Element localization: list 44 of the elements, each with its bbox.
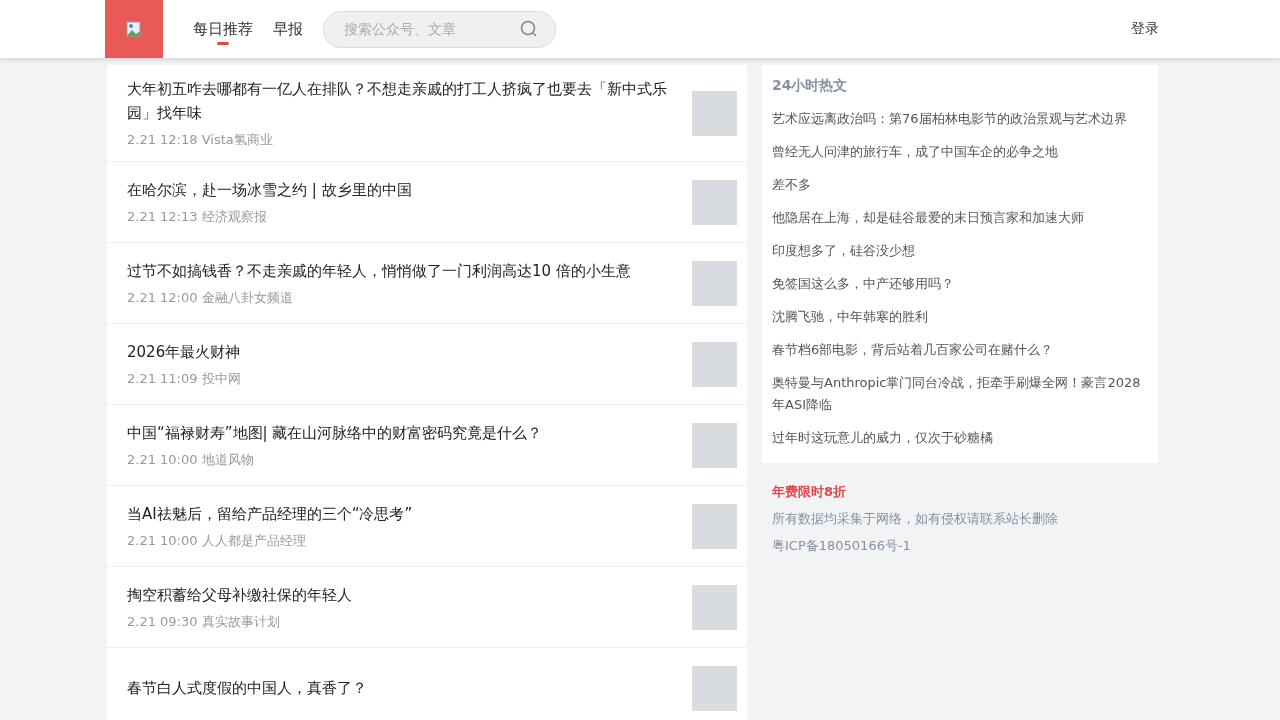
article-title[interactable]: 当AI祛魅后，留给产品经理的三个“冷思考” [127,502,667,526]
article-meta: 2.21 09:30 真实故事计划 [127,613,281,631]
article-title[interactable]: 2026年最火财神 [127,340,667,364]
article-title[interactable]: 中国“福禄财寿”地图| 藏在山河脉络中的财富密码究竟是什么？ [127,421,667,445]
hot-article-link[interactable]: 过年时这玩意儿的威力，仅次于砂糖橘 [772,422,1148,455]
broken-image-icon [126,21,142,37]
thumbnail-placeholder [692,179,737,225]
article-meta: 2.21 11:09 投中网 [127,370,242,388]
search-icon[interactable] [520,19,538,38]
article-title[interactable]: 春节白人式度假的中国人，真香了？ [127,676,667,700]
article-meta: 2.21 12:18 Vista氢商业 [127,131,274,149]
hot-article-link[interactable]: 差不多 [772,169,1148,202]
nav-tab[interactable]: 每日推荐 [193,13,253,45]
thumbnail-placeholder [692,422,737,468]
hot-article-link[interactable]: 他隐居在上海，却是硅谷最爱的末日预言家和加速大师 [772,202,1148,235]
article-title[interactable]: 大年初五咋去哪都有一亿人在排队？不想走亲戚的打工人挤疯了也要去「新中式乐园」找年味 [127,77,667,125]
hot-article-link[interactable]: 曾经无人问津的旅行车，成了中国车企的必争之地 [772,136,1148,169]
article-meta: 2.21 10:00 地道风物 [127,451,255,469]
article-meta: 2.21 12:13 经济观察报 [127,208,268,226]
disclaimer-text: 所有数据均采集于网络，如有侵权请联系站长删除 [772,510,1059,528]
thumbnail-placeholder [692,341,737,387]
hot-article-link[interactable]: 春节档6部电影，背后站着几百家公司在赌什么？ [772,334,1148,367]
thumbnail-placeholder [692,260,737,306]
article-title[interactable]: 在哈尔滨，赴一场冰雪之约 | 故乡里的中国 [127,178,667,202]
article-meta: 2.21 12:00 金融八卦女频道 [127,289,294,307]
article-title[interactable]: 掏空积蓄给父母补缴社保的年轻人 [127,583,667,607]
logo-block[interactable] [105,0,163,58]
thumbnail-placeholder [692,90,737,136]
hot-article-link[interactable]: 艺术应远离政治吗：第76届柏林电影节的政治景观与艺术边界 [772,103,1148,136]
login-link[interactable]: 登录 [1131,20,1159,38]
article-title[interactable]: 过节不如搞钱香？不走亲戚的年轻人，悄悄做了一门利润高达10 倍的小生意 [127,259,667,283]
icp-text: 粤ICP备18050166号-1 [772,537,912,555]
promo-link[interactable]: 年费限时8折 [772,483,1148,501]
hot-article-link[interactable]: 免签国这么多，中产还够用吗？ [772,268,1148,301]
hot-article-link[interactable]: 奥特曼与Anthropic掌门同台冷战，拒牵手刷爆全网！豪言2028年ASI降临 [772,367,1148,422]
hot-article-link[interactable]: 印度想多了，硅谷没少想 [772,235,1148,268]
search-field[interactable]: 搜索公众号、文章 [323,10,556,48]
nav-tab[interactable]: 早报 [273,13,303,45]
thumbnail-placeholder [692,584,737,630]
panel-title: 24小时热文 [772,77,849,95]
thumbnail-placeholder [692,503,737,549]
article-meta: 2.21 10:00 人人都是产品经理 [127,532,307,550]
hot-article-link[interactable]: 沈腾飞驰，中年韩寒的胜利 [772,301,1148,334]
thumbnail-placeholder [692,665,737,711]
